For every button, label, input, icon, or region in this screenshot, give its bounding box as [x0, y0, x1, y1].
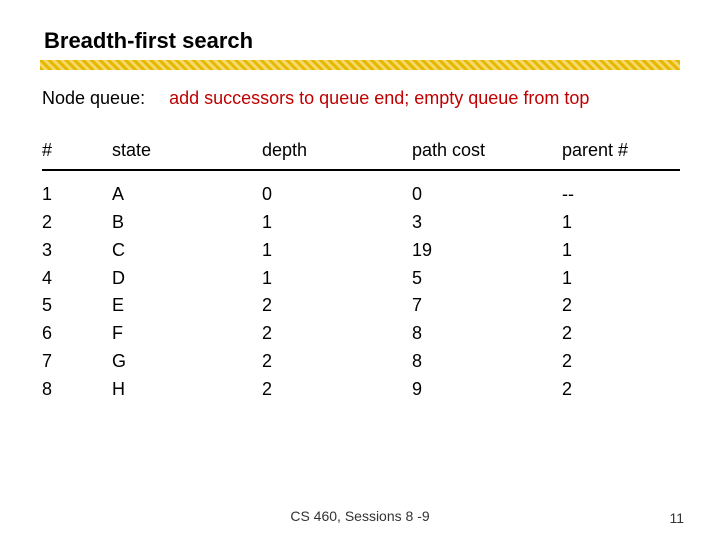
- cell-depth: 0: [262, 181, 412, 209]
- cell-parent: 1: [562, 209, 672, 237]
- cell-state: C: [112, 237, 262, 265]
- cell-num: 3: [42, 237, 112, 265]
- table-row: 8 H 2 9 2: [42, 376, 680, 404]
- cell-path-cost: 9: [412, 376, 562, 404]
- cell-path-cost: 3: [412, 209, 562, 237]
- cell-num: 8: [42, 376, 112, 404]
- footer-text: CS 460, Sessions 8 -9: [290, 508, 429, 524]
- cell-state: D: [112, 265, 262, 293]
- cell-path-cost: 5: [412, 265, 562, 293]
- cell-num: 2: [42, 209, 112, 237]
- table-row: 2 B 1 3 1: [42, 209, 680, 237]
- cell-num: 7: [42, 348, 112, 376]
- cell-depth: 1: [262, 209, 412, 237]
- cell-state: G: [112, 348, 262, 376]
- queue-label: Node queue:: [42, 88, 145, 109]
- col-header-parent: parent #: [562, 137, 672, 165]
- table-row: 7 G 2 8 2: [42, 348, 680, 376]
- col-header-path-cost: path cost: [412, 137, 562, 165]
- cell-state: F: [112, 320, 262, 348]
- table-row: 5 E 2 7 2: [42, 292, 680, 320]
- cell-path-cost: 19: [412, 237, 562, 265]
- cell-state: E: [112, 292, 262, 320]
- table-row: 1 A 0 0 --: [42, 181, 680, 209]
- slide-footer: CS 460, Sessions 8 -9: [0, 508, 720, 524]
- table-row: 6 F 2 8 2: [42, 320, 680, 348]
- cell-depth: 2: [262, 348, 412, 376]
- title-underline: [40, 60, 680, 70]
- cell-parent: 2: [562, 292, 672, 320]
- slide: Breadth-first search Node queue: add suc…: [0, 0, 720, 540]
- table-row: 4 D 1 5 1: [42, 265, 680, 293]
- cell-path-cost: 0: [412, 181, 562, 209]
- col-header-state: state: [112, 137, 262, 165]
- cell-parent: 1: [562, 265, 672, 293]
- page-number: 11: [669, 510, 684, 526]
- cell-state: A: [112, 181, 262, 209]
- cell-state: B: [112, 209, 262, 237]
- cell-num: 5: [42, 292, 112, 320]
- node-queue-table: # state depth path cost parent # 1 A 0 0…: [42, 137, 680, 404]
- cell-num: 1: [42, 181, 112, 209]
- cell-parent: 2: [562, 348, 672, 376]
- table-header-rule: [42, 169, 680, 171]
- slide-title: Breadth-first search: [44, 28, 680, 54]
- cell-parent: 2: [562, 376, 672, 404]
- cell-depth: 1: [262, 265, 412, 293]
- cell-state: H: [112, 376, 262, 404]
- cell-depth: 2: [262, 292, 412, 320]
- cell-parent: 2: [562, 320, 672, 348]
- col-header-num: #: [42, 137, 112, 165]
- cell-parent: --: [562, 181, 672, 209]
- cell-parent: 1: [562, 237, 672, 265]
- queue-line: Node queue: add successors to queue end;…: [42, 88, 680, 109]
- cell-num: 6: [42, 320, 112, 348]
- cell-depth: 1: [262, 237, 412, 265]
- table-row: 3 C 1 19 1: [42, 237, 680, 265]
- cell-path-cost: 7: [412, 292, 562, 320]
- table-header-row: # state depth path cost parent #: [42, 137, 680, 165]
- queue-description: add successors to queue end; empty queue…: [169, 88, 589, 109]
- cell-depth: 2: [262, 376, 412, 404]
- cell-path-cost: 8: [412, 348, 562, 376]
- col-header-depth: depth: [262, 137, 412, 165]
- cell-num: 4: [42, 265, 112, 293]
- cell-depth: 2: [262, 320, 412, 348]
- cell-path-cost: 8: [412, 320, 562, 348]
